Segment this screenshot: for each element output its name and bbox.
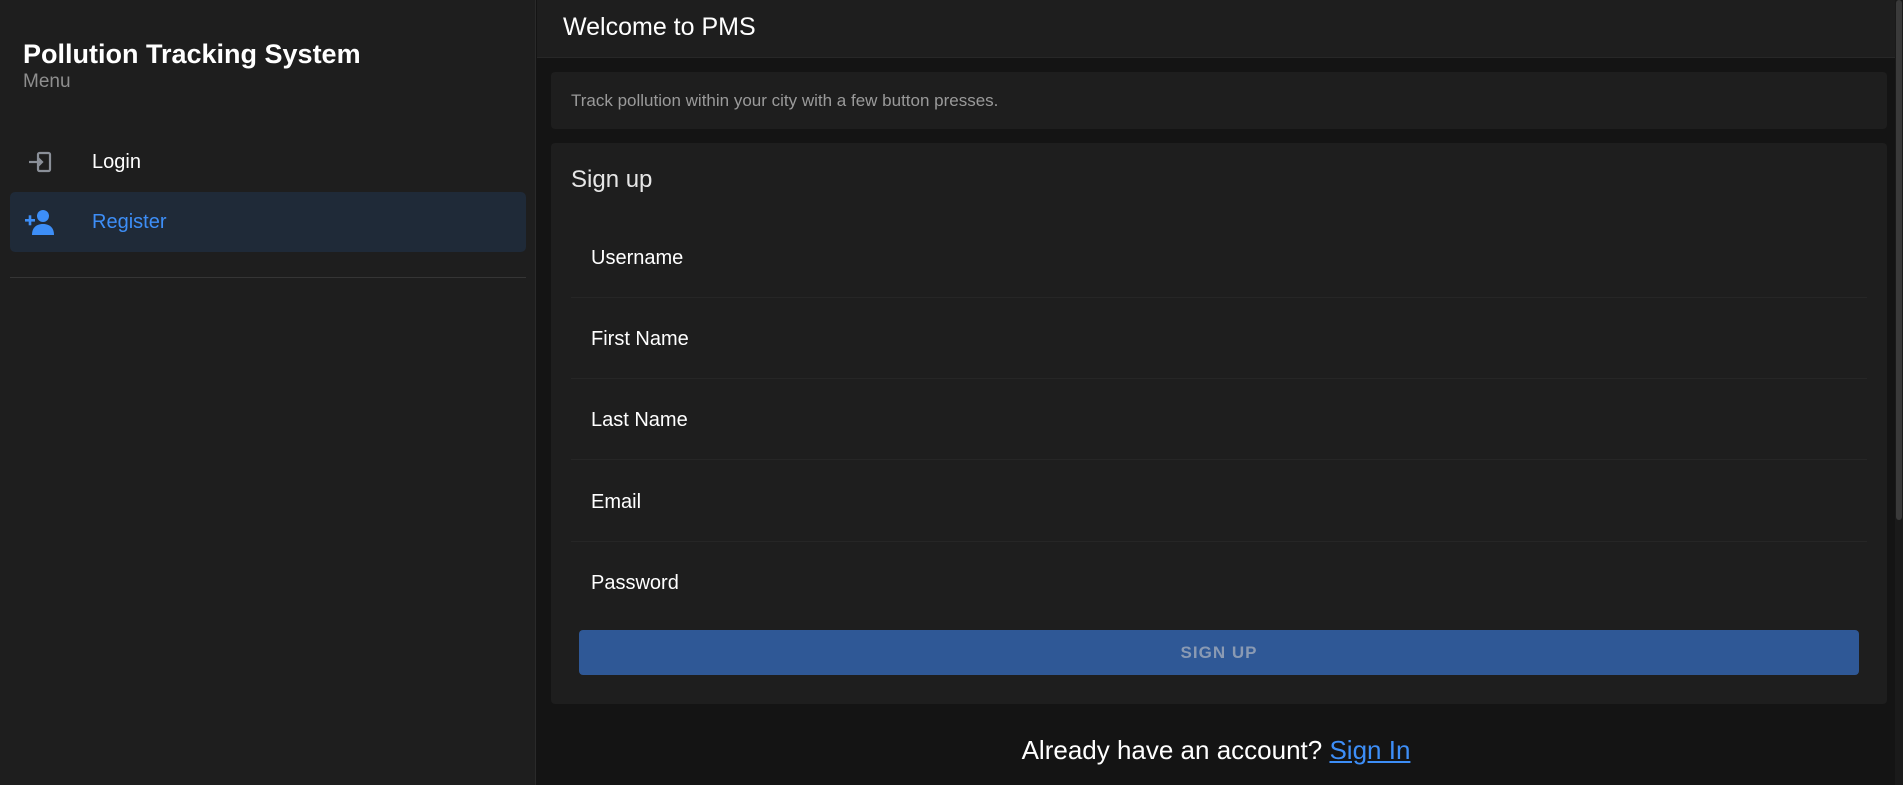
email-input[interactable] xyxy=(571,461,1867,541)
password-input[interactable] xyxy=(571,542,1867,623)
username-field-wrapper xyxy=(571,217,1867,298)
password-field-wrapper xyxy=(571,542,1867,623)
person-add-icon xyxy=(24,207,56,237)
signup-form: Sign up SIGN UP xyxy=(551,143,1887,704)
brand: Pollution Tracking System Menu xyxy=(23,38,361,94)
sidebar-divider xyxy=(10,277,526,278)
last-name-input[interactable] xyxy=(571,379,1867,459)
intro-card: Track pollution within your city with a … xyxy=(551,72,1887,129)
login-icon xyxy=(24,147,56,177)
scrollbar-thumb[interactable] xyxy=(1896,0,1902,520)
first-name-input[interactable] xyxy=(571,298,1867,378)
last-name-field-wrapper xyxy=(571,379,1867,460)
top-bar: Welcome to PMS xyxy=(537,0,1895,58)
sidebar-item-label: Login xyxy=(92,151,141,173)
menu-label: Menu xyxy=(23,71,71,92)
app-root: Pollution Tracking System Menu Login Reg… xyxy=(0,0,1903,785)
sign-in-link[interactable]: Sign In xyxy=(1329,735,1410,765)
page-title: Welcome to PMS xyxy=(563,13,756,41)
signup-title: Sign up xyxy=(571,166,653,193)
scrollbar[interactable] xyxy=(1895,0,1903,785)
sign-in-prompt-text: Already have an account? xyxy=(1021,735,1323,765)
sign-up-button[interactable]: SIGN UP xyxy=(579,630,1859,675)
sidebar-item-login[interactable]: Login xyxy=(10,132,526,192)
sign-in-prompt: Already have an account? Sign In xyxy=(537,733,1895,767)
username-input[interactable] xyxy=(571,217,1867,297)
sidebar-item-label: Register xyxy=(92,211,167,233)
app-title: Pollution Tracking System xyxy=(23,39,361,69)
email-field-wrapper xyxy=(571,461,1867,542)
sidebar: Pollution Tracking System Menu Login Reg… xyxy=(0,0,536,785)
intro-text: Track pollution within your city with a … xyxy=(571,91,999,110)
sidebar-item-register[interactable]: Register xyxy=(10,192,526,252)
first-name-field-wrapper xyxy=(571,298,1867,379)
